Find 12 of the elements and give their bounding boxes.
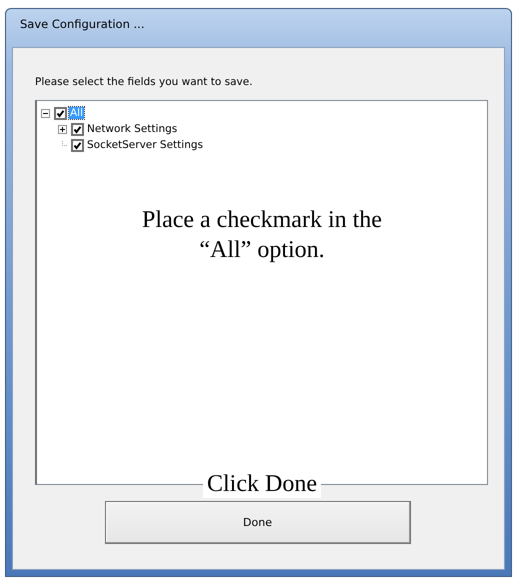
annotation-text: Click Done [203,471,321,498]
tree-item[interactable]: Network Settings [86,123,178,135]
annotation-text: Place a checkmark in the “All” option. [142,206,382,265]
checkbox[interactable] [71,138,84,152]
tree-item[interactable]: SocketServer Settings [86,139,204,151]
expander-icon[interactable] [41,108,52,118]
checkbox[interactable] [71,122,84,136]
checkbox[interactable] [54,106,67,120]
done-button[interactable]: Done [104,501,410,544]
instruction-text: Please select the fields you want to save. [35,76,254,90]
expander-icon[interactable] [58,124,69,134]
window-title: Save Configuration ... [19,16,146,33]
